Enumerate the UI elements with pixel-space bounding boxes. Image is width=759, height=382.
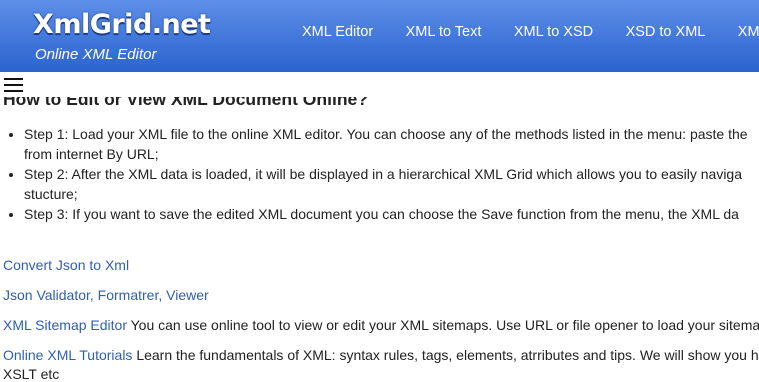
- xml-sitemap-editor-link[interactable]: XML Sitemap Editor: [3, 317, 127, 333]
- step-2: Step 2: After the XML data is loaded, it…: [24, 164, 759, 204]
- step-2-text: Step 2: After the XML data is loaded, it…: [24, 166, 742, 182]
- tutorials-description: Learn the fundamentals of XML: syntax ru…: [132, 347, 759, 363]
- link-row-tutorials: Online XML Tutorials Learn the fundament…: [3, 347, 759, 363]
- site-logo[interactable]: XmlGrid.net: [33, 9, 211, 40]
- step-1-text: Step 1: Load your XML file to the online…: [24, 126, 748, 142]
- step-1: Step 1: Load your XML file to the online…: [24, 124, 759, 164]
- nav-xml-to-xsd[interactable]: XML to XSD: [500, 24, 607, 40]
- nav-xsd-to-xml[interactable]: XSD to XML: [612, 24, 720, 40]
- step-3-text: Step 3: If you want to save the edited X…: [24, 206, 739, 222]
- nav-xml-editor[interactable]: XML Editor: [288, 24, 387, 40]
- json-validator-link[interactable]: Json Validator, Formatrer, Viewer: [3, 287, 209, 303]
- menu-icon[interactable]: [4, 78, 23, 92]
- site-tagline: Online XML Editor: [35, 46, 157, 63]
- nav-xml-to-text[interactable]: XML to Text: [392, 24, 496, 40]
- step-3: Step 3: If you want to save the edited X…: [24, 204, 759, 224]
- steps-list: Step 1: Load your XML file to the online…: [0, 124, 759, 224]
- page-heading: How to Edit or View XML Document Online?: [3, 89, 368, 109]
- convert-json-to-xml-link[interactable]: Convert Json to Xml: [3, 257, 129, 273]
- tutorials-description-cont: XSLT etc: [3, 366, 60, 382]
- online-xml-tutorials-link[interactable]: Online XML Tutorials: [3, 347, 132, 363]
- step-2-text-cont: stucture;: [24, 186, 78, 202]
- link-row-json-xml: Convert Json to Xml: [3, 257, 129, 273]
- step-1-text-cont: from internet By URL;: [24, 146, 159, 162]
- link-row-json-validator: Json Validator, Formatrer, Viewer: [3, 287, 209, 303]
- link-row-sitemap: XML Sitemap Editor You can use online to…: [3, 317, 759, 333]
- nav-xml-to-more[interactable]: XML to: [724, 24, 759, 40]
- top-nav: XML Editor XML to Text XML to XSD XSD to…: [288, 23, 759, 41]
- site-header: XmlGrid.net Online XML Editor XML Editor…: [0, 0, 759, 72]
- sitemap-description: You can use online tool to view or edit …: [126, 317, 759, 333]
